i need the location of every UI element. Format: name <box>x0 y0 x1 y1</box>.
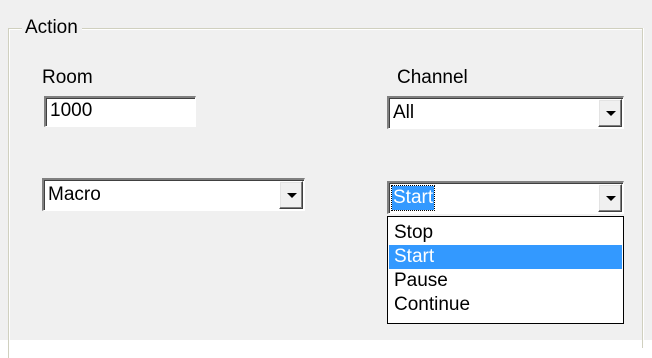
command-dropdown-list: Stop Start Pause Continue <box>387 216 624 324</box>
type-combo[interactable]: Macro <box>42 178 305 211</box>
action-groupbox-right-edge <box>642 28 644 348</box>
command-combo-button[interactable] <box>598 184 622 212</box>
chevron-down-icon <box>606 111 616 116</box>
channel-combo-value: All <box>393 102 415 123</box>
channel-combo[interactable]: All <box>387 96 624 129</box>
room-input[interactable]: 1000 <box>44 96 196 127</box>
channel-combo-button[interactable] <box>598 99 622 127</box>
type-combo-button[interactable] <box>279 181 303 209</box>
command-combo-value: Start <box>390 185 436 211</box>
action-dialog: Action Room 1000 Channel All Macro Start… <box>0 0 652 358</box>
dropdown-option-start[interactable]: Start <box>389 245 622 269</box>
room-label: Room <box>42 67 93 88</box>
dropdown-option-continue[interactable]: Continue <box>389 293 622 317</box>
chevron-down-icon <box>606 196 616 201</box>
dropdown-option-stop[interactable]: Stop <box>389 221 622 245</box>
channel-label: Channel <box>397 67 468 88</box>
dropdown-option-pause[interactable]: Pause <box>389 269 622 293</box>
command-combo[interactable]: Start <box>387 181 624 214</box>
type-combo-value: Macro <box>48 184 101 205</box>
action-groupbox-legend: Action <box>22 16 82 40</box>
chevron-down-icon <box>287 193 297 198</box>
